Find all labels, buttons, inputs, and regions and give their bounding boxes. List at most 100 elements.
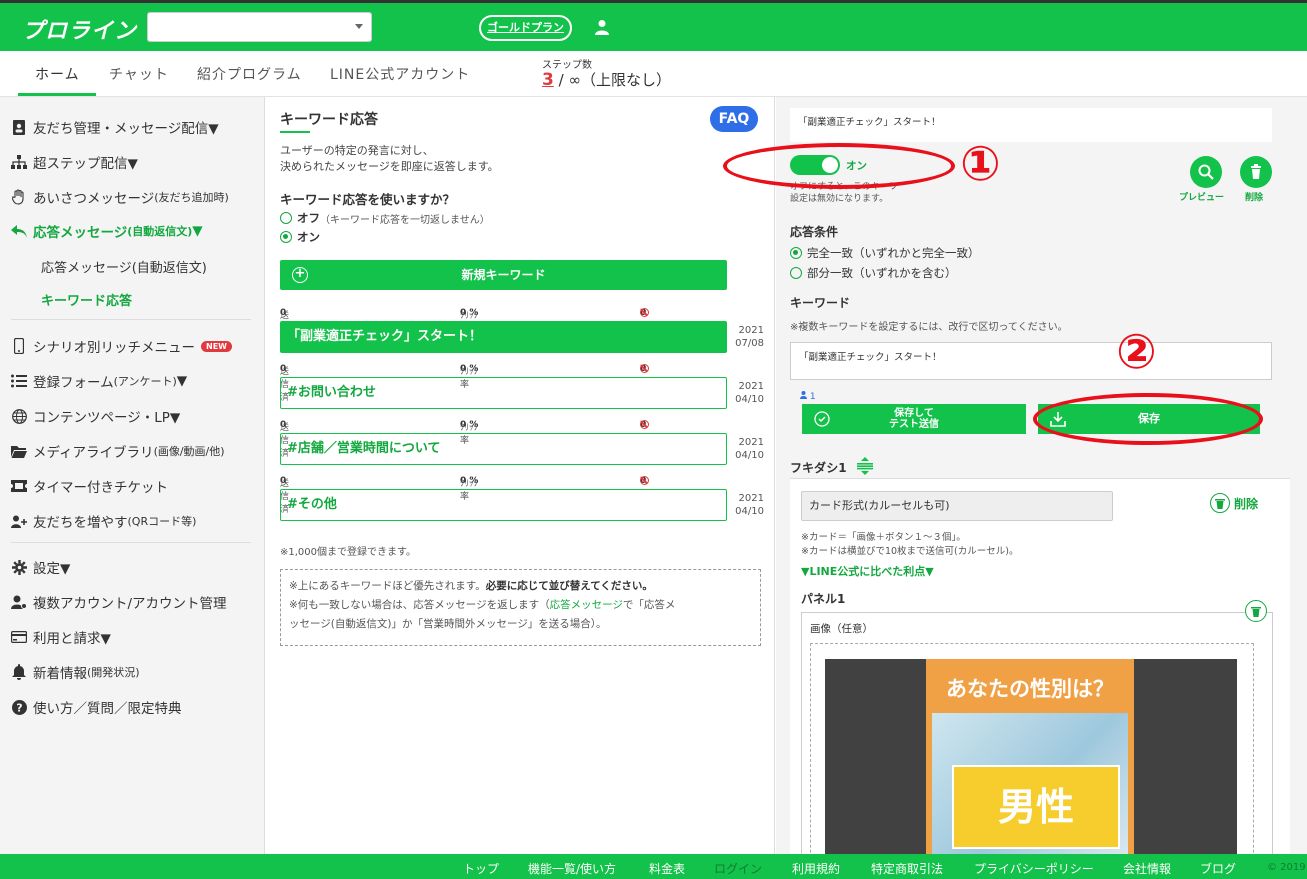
keyword-title-input[interactable]: 「副業適正チェック」スタート！	[790, 108, 1272, 142]
delete-label[interactable]: 削除	[1245, 190, 1263, 203]
message-type-select[interactable]: カード形式(カルーセルも可)	[801, 491, 1113, 521]
user-icon[interactable]	[595, 19, 609, 35]
sidebar-item-label: シナリオ別リッチメニュー	[33, 340, 195, 356]
tip-text: ※何も一致しない場合は、応答メッセージを返します（	[289, 599, 550, 611]
preview-label[interactable]: プレビュー	[1179, 190, 1224, 203]
date-year: 2021	[738, 381, 764, 392]
block-icon	[640, 420, 649, 429]
tip-line: ※上にあるキーワードほど優先されます。必要に応じて並び替えてください。	[289, 577, 752, 596]
radio-circle[interactable]	[280, 212, 292, 224]
tab-home[interactable]: ホーム	[35, 64, 80, 84]
condition-exact[interactable]: 完全一致（いずれかと完全一致）	[790, 245, 980, 261]
sidebar-item-note: (アンケート)	[113, 375, 177, 388]
sidebar-item-label: 複数アカウント/アカウント管理	[33, 596, 227, 612]
sidebar: 友だち管理・メッセージ配信▼ 超ステップ配信▼ あいさつメッセージ (友だち追加時…	[0, 97, 265, 854]
save-button[interactable]: 保存	[1038, 404, 1260, 434]
new-badge: NEW	[201, 340, 232, 352]
sidebar-item-accounts[interactable]: 複数アカウント/アカウント管理	[11, 592, 227, 612]
sidebar-item-label: 友だち管理・メッセージ配信▼	[33, 121, 219, 137]
footer-link-top[interactable]: トップ	[463, 860, 499, 877]
steps-current[interactable]: 3	[542, 70, 554, 90]
sidebar-item-grow-friends[interactable]: 友だちを増やす (QRコード等)	[11, 511, 196, 531]
advantage-link[interactable]: ▼LINE公式に比べた利点▼	[801, 563, 934, 579]
sidebar-item-label: 友だちを増やす	[33, 515, 128, 531]
footer-link-blog[interactable]: ブログ	[1200, 860, 1236, 877]
sidebar-item-step[interactable]: 超ステップ配信▼	[11, 152, 138, 172]
delete-button[interactable]	[1240, 156, 1272, 188]
sidebar-item-news[interactable]: 新着情報 (開発状況)	[11, 662, 140, 682]
image-dropzone[interactable]: あなたの性別は？ 男性	[810, 643, 1254, 854]
sidebar-item-help[interactable]: ? 使い方／質問／限定特典	[11, 697, 182, 717]
sidebar-item-friends[interactable]: 友だち管理・メッセージ配信▼	[11, 117, 219, 137]
keyword-row[interactable]: #店舗／営業時間について	[280, 433, 727, 465]
sidebar-item-form[interactable]: 登録フォーム (アンケート) ▼	[11, 371, 187, 391]
footer-link-terms[interactable]: 利用規約	[792, 860, 840, 877]
condition-heading: 応答条件	[790, 225, 839, 239]
user-plus-icon	[11, 513, 27, 529]
radio-label: オン	[297, 230, 320, 244]
footer-link-features[interactable]: 機能一覧/使い方	[528, 860, 616, 877]
tab-line-official[interactable]: LINE公式アカウント	[330, 64, 470, 84]
footer-link-login[interactable]: ログイン	[714, 860, 762, 877]
faq-button[interactable]: FAQ	[710, 106, 758, 132]
panel-box: 画像（任意） あなたの性別は？ 男性	[801, 612, 1273, 854]
sidebar-item-note: (QRコード等)	[127, 515, 197, 528]
delete-panel-button[interactable]	[1245, 600, 1267, 622]
toggle-label: オン	[846, 160, 867, 172]
condition-partial[interactable]: 部分一致（いずれかを含む）	[790, 265, 957, 281]
footer-link-company[interactable]: 会社情報	[1123, 860, 1171, 877]
sidebar-subitem-keyword[interactable]: キーワード応答	[41, 290, 132, 309]
sidebar-item-rich-menu[interactable]: シナリオ別リッチメニュー NEW	[11, 336, 232, 356]
sidebar-item-settings[interactable]: 設定▼	[11, 557, 70, 577]
tip-emphasis: 必要に応じて並び替えてください。	[485, 580, 653, 592]
preview-button[interactable]	[1190, 156, 1222, 188]
save-and-test-button[interactable]: 保存して テスト送信	[802, 404, 1026, 434]
keyword-row-selected[interactable]: 「副業適正チェック」スタート！	[280, 321, 727, 353]
top-bar: プロライン ゴールドプラン	[0, 0, 1307, 51]
auto-reply-link[interactable]: 応答メッセージ	[550, 599, 623, 611]
gear-icon	[11, 559, 27, 575]
keyword-item: 送信済 0 ｸﾘｯｸ率 0 % 0 #店舗／営業時間について 2021 04/10	[280, 420, 775, 476]
credit-card-icon	[11, 629, 27, 645]
target-count: 1	[800, 391, 816, 402]
radio-circle[interactable]	[790, 267, 802, 279]
date-day: 04/10	[735, 394, 764, 405]
save-test-label: 保存して	[894, 408, 934, 419]
keyword-limit-note: ※1,000個まで登録できます。	[280, 547, 417, 558]
plan-badge[interactable]: ゴールドプラン	[479, 15, 572, 41]
keyword-row[interactable]: #その他	[280, 489, 727, 521]
sidebar-item-billing[interactable]: 利用と請求▼	[11, 627, 111, 647]
user-icon	[800, 391, 807, 399]
phone-icon	[11, 338, 27, 354]
keyword-textarea[interactable]: 「副業適正チェック」スタート！	[790, 342, 1272, 380]
footer-link-privacy[interactable]: プライバシーポリシー	[974, 860, 1094, 877]
footer-link-commerce[interactable]: 特定商取引法	[871, 860, 943, 877]
radio-circle[interactable]	[790, 247, 802, 259]
sidebar-subitem-auto-reply[interactable]: 応答メッセージ(自動返信文)	[41, 257, 207, 276]
tab-chat[interactable]: チャット	[109, 64, 169, 84]
sidebar-item-ticket[interactable]: タイマー付きチケット	[11, 476, 168, 496]
tab-referral[interactable]: 紹介プログラム	[197, 64, 302, 84]
reorder-icon[interactable]	[855, 457, 875, 475]
active-tab-indicator	[18, 93, 96, 96]
toggle-note: オフにすると、このキーワ 設定は無効になります。	[790, 181, 898, 205]
footer-link-pricing[interactable]: 料金表	[649, 860, 685, 877]
sidebar-item-auto-reply[interactable]: 応答メッセージ (自動返信文) ▼	[11, 221, 203, 241]
sidebar-item-greeting[interactable]: あいさつメッセージ (友だち追加時)	[11, 187, 229, 207]
radio-off[interactable]: オフ （キーワード応答を一切返しません）	[280, 210, 490, 226]
keyword-editor-panel: 「副業適正チェック」スタート！ オン オフにすると、このキーワ 設定は無効になり…	[776, 97, 1307, 854]
app-logo[interactable]: プロライン	[22, 13, 137, 45]
sidebar-item-media[interactable]: メディアライブラリ (画像/動画/他)	[11, 441, 225, 461]
trash-icon	[1210, 493, 1230, 513]
folder-icon	[11, 443, 27, 459]
keyword-row[interactable]: #お問い合わせ	[280, 377, 727, 409]
delete-bubble-button[interactable]: 削除	[1210, 493, 1258, 513]
bubble-heading: フキダシ1	[790, 457, 875, 476]
radio-circle[interactable]	[280, 231, 292, 243]
account-select[interactable]	[147, 12, 372, 42]
enable-toggle[interactable]	[790, 155, 840, 175]
sidebar-item-content-page[interactable]: コンテンツページ・LP▼	[11, 406, 180, 426]
new-keyword-button[interactable]: + 新規キーワード	[280, 260, 727, 290]
radio-on[interactable]: オン	[280, 229, 320, 245]
address-book-icon	[11, 119, 27, 135]
